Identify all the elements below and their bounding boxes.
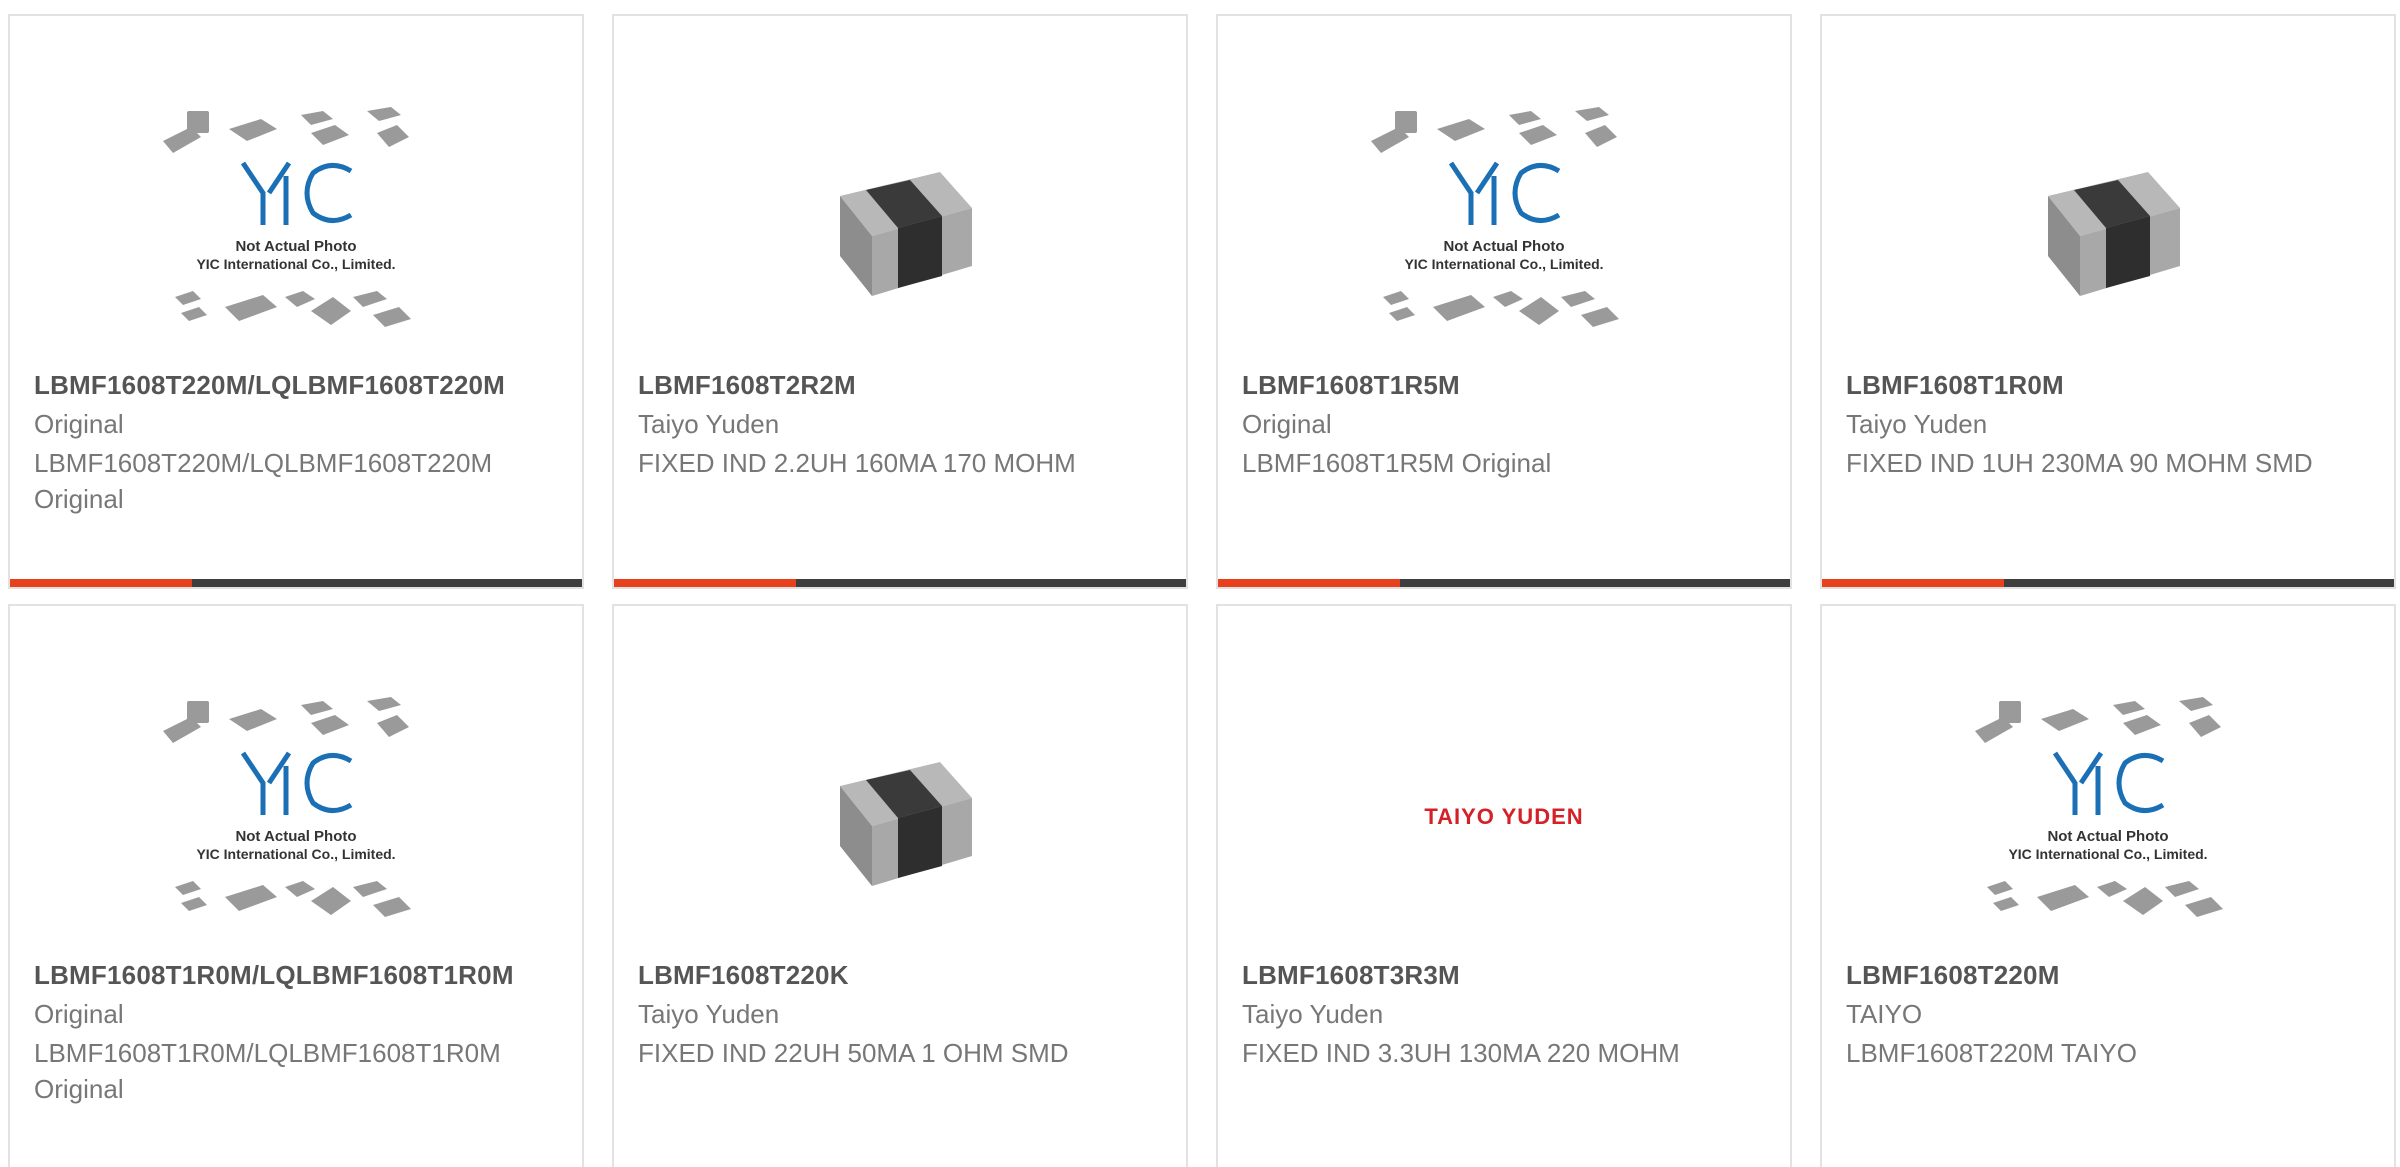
product-image-placeholder: Not Actual Photo YIC International Co., …	[1822, 676, 2394, 956]
product-manufacturer: Original	[1242, 409, 1332, 439]
product-part-number[interactable]: LBMF1608T220M/LQLBMF1608T220M	[34, 370, 505, 401]
svg-text:YIC International Co., Limited: YIC International Co., Limited.	[196, 846, 395, 862]
product-image-chip	[614, 86, 1186, 366]
svg-text:YIC International Co., Limited: YIC International Co., Limited.	[1404, 256, 1603, 272]
taiyo-yuden-logo-icon: TAIYO YUDEN	[1424, 804, 1583, 829]
product-card[interactable]: LBMF1608T2R2M Taiyo Yuden FIXED IND 2.2U…	[612, 14, 1188, 589]
card-bottom-bar	[1218, 579, 1790, 587]
card-accent-bar	[1822, 579, 2004, 587]
product-manufacturer: Original	[34, 409, 124, 439]
yic-placeholder-icon: Not Actual Photo YIC International Co., …	[1975, 697, 2223, 917]
svg-text:Not Actual Photo: Not Actual Photo	[235, 238, 356, 255]
product-part-number[interactable]: LBMF1608T220M	[1846, 960, 2060, 991]
product-description: LBMF1608T220M/LQLBMF1608T220M Original	[34, 448, 493, 514]
product-image-placeholder: Not Actual Photo YIC International Co., …	[1218, 86, 1790, 366]
svg-text:YIC International Co., Limited: YIC International Co., Limited.	[2008, 846, 2207, 862]
product-description: FIXED IND 22UH 50MA 1 OHM SMD	[638, 1038, 1069, 1068]
product-card[interactable]: Not Actual Photo YIC International Co., …	[1216, 14, 1792, 589]
product-image-placeholder: Not Actual Photo YIC International Co., …	[10, 676, 582, 956]
product-manufacturer: Taiyo Yuden	[1242, 999, 1384, 1029]
product-manufacturer: Taiyo Yuden	[638, 999, 780, 1029]
product-description: LBMF1608T1R5M Original	[1242, 448, 1552, 478]
product-description: LBMF1608T1R0M/LQLBMF1608T1R0M Original	[34, 1038, 501, 1104]
product-description: FIXED IND 3.3UH 130MA 220 MOHM	[1242, 1038, 1680, 1068]
product-image-brand: TAIYO YUDEN	[1218, 676, 1790, 956]
product-description: FIXED IND 1UH 230MA 90 MOHM SMD	[1846, 448, 2313, 478]
product-image-placeholder: Not Actual Photo YIC International Co., …	[10, 86, 582, 366]
card-bottom-bar	[614, 579, 1186, 587]
product-card[interactable]: LBMF1608T1R0M Taiyo Yuden FIXED IND 1UH …	[1820, 14, 2396, 589]
card-accent-bar	[1218, 579, 1400, 587]
product-part-number[interactable]: LBMF1608T220K	[638, 960, 849, 991]
product-manufacturer: Taiyo Yuden	[1846, 409, 1988, 439]
yic-placeholder-icon: Not Actual Photo YIC International Co., …	[163, 697, 411, 917]
product-description: LBMF1608T220M TAIYO	[1846, 1038, 2137, 1068]
product-card[interactable]: Not Actual Photo YIC International Co., …	[8, 604, 584, 1167]
svg-text:Not Actual Photo: Not Actual Photo	[235, 828, 356, 845]
product-part-number[interactable]: LBMF1608T1R5M	[1242, 370, 1460, 401]
yic-placeholder-icon: Not Actual Photo YIC International Co., …	[1371, 107, 1619, 327]
inductor-chip-icon	[840, 762, 972, 886]
product-card[interactable]: TAIYO YUDEN LBMF1608T3R3M Taiyo Yuden FI…	[1216, 604, 1792, 1167]
svg-text:Not Actual Photo: Not Actual Photo	[1443, 238, 1564, 255]
product-manufacturer: TAIYO	[1846, 999, 1923, 1029]
yic-placeholder-icon: Not Actual Photo YIC International Co., …	[163, 107, 411, 327]
product-part-number[interactable]: LBMF1608T2R2M	[638, 370, 856, 401]
product-part-number[interactable]: LBMF1608T1R0M	[1846, 370, 2064, 401]
product-image-chip	[614, 676, 1186, 956]
product-image-chip	[1822, 86, 2394, 366]
inductor-chip-icon	[2048, 172, 2180, 296]
product-card[interactable]: Not Actual Photo YIC International Co., …	[1820, 604, 2396, 1167]
card-bottom-bar	[10, 579, 582, 587]
product-manufacturer: Taiyo Yuden	[638, 409, 780, 439]
card-accent-bar	[614, 579, 796, 587]
product-grid: Not Actual Photo YIC International Co., …	[0, 0, 2400, 1167]
card-bottom-bar	[1822, 579, 2394, 587]
inductor-chip-icon	[840, 172, 972, 296]
svg-text:Not Actual Photo: Not Actual Photo	[2047, 828, 2168, 845]
product-part-number[interactable]: LBMF1608T3R3M	[1242, 960, 1460, 991]
product-description: FIXED IND 2.2UH 160MA 170 MOHM	[638, 448, 1076, 478]
card-accent-bar	[10, 579, 192, 587]
product-part-number[interactable]: LBMF1608T1R0M/LQLBMF1608T1R0M	[34, 960, 514, 991]
product-manufacturer: Original	[34, 999, 124, 1029]
svg-text:YIC International Co., Limited: YIC International Co., Limited.	[196, 256, 395, 272]
product-card[interactable]: LBMF1608T220K Taiyo Yuden FIXED IND 22UH…	[612, 604, 1188, 1167]
svg-text:TAIYO YUDEN: TAIYO YUDEN	[1424, 804, 1583, 829]
product-card[interactable]: Not Actual Photo YIC International Co., …	[8, 14, 584, 589]
